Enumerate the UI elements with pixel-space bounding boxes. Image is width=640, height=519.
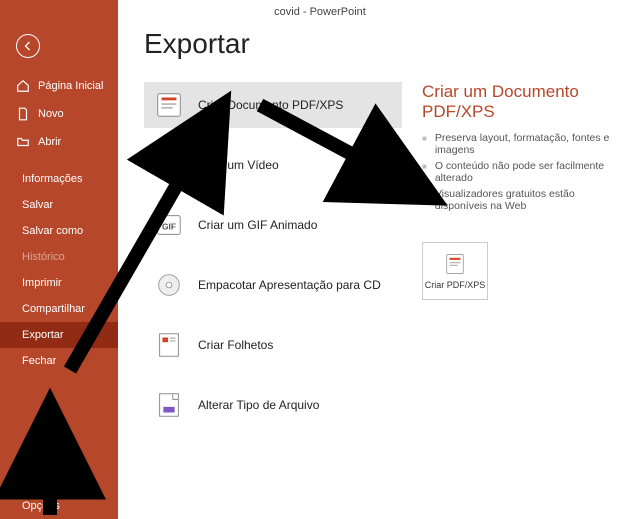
gif-icon: GIF — [154, 210, 184, 240]
pdf-icon — [444, 252, 466, 276]
page-title: Exportar — [144, 28, 640, 60]
export-package-cd[interactable]: Empacotar Apresentação para CD — [144, 262, 402, 308]
details-bullet: O conteúdo não pode ser facilmente alter… — [422, 160, 624, 184]
nav-save-as[interactable]: Salvar como — [0, 218, 118, 244]
video-icon — [154, 150, 184, 180]
handouts-icon — [154, 330, 184, 360]
export-details-panel: Criar um Documento PDF/XPS Preserva layo… — [422, 82, 640, 442]
nav-comments[interactable]: Comentários — [0, 467, 118, 493]
back-button[interactable] — [16, 34, 40, 58]
nav-label: Informações — [22, 173, 83, 185]
export-label: Empacotar Apresentação para CD — [198, 278, 381, 292]
create-pdf-xps-button[interactable]: Criar PDF/XPS — [422, 242, 488, 300]
nav-label: Imprimir — [22, 277, 62, 289]
export-label: Criar um GIF Animado — [198, 218, 317, 232]
nav-label: Abrir — [38, 136, 61, 148]
export-video[interactable]: Criar um Vídeo — [144, 142, 402, 188]
pdf-icon — [154, 90, 184, 120]
nav-new[interactable]: Novo — [0, 100, 118, 128]
file-icon — [16, 107, 30, 121]
export-pdf-xps[interactable]: Criar Documento PDF/XPS — [144, 82, 402, 128]
nav-label: Comentários — [22, 474, 84, 486]
nav-print[interactable]: Imprimir — [0, 270, 118, 296]
backstage-content: Exportar Criar Documento PDF/XPS Criar u… — [118, 0, 640, 519]
nav-export[interactable]: Exportar — [0, 322, 118, 348]
nav-options[interactable]: Opções — [0, 493, 118, 519]
nav-history: Histórico — [0, 244, 118, 270]
nav-label: Salvar como — [22, 225, 83, 237]
folder-open-icon — [16, 135, 30, 149]
details-bullet: Preserva layout, formatação, fontes e im… — [422, 132, 624, 156]
nav-save[interactable]: Salvar — [0, 192, 118, 218]
details-title: Criar um Documento PDF/XPS — [422, 82, 624, 122]
filetype-icon — [154, 390, 184, 420]
nav-label: Página Inicial — [38, 80, 103, 92]
nav-label: Histórico — [22, 251, 65, 263]
nav-close[interactable]: Fechar — [0, 348, 118, 374]
nav-label: Salvar — [22, 199, 53, 211]
nav-label: Novo — [38, 108, 64, 120]
arrow-left-icon — [22, 40, 34, 52]
details-bullet: Visualizadores gratuitos estão disponíve… — [422, 188, 624, 212]
action-label: Criar PDF/XPS — [425, 280, 486, 290]
nav-info[interactable]: Informações — [0, 166, 118, 192]
export-list: Criar Documento PDF/XPS Criar um Vídeo G… — [144, 82, 402, 442]
export-label: Criar Documento PDF/XPS — [198, 98, 343, 112]
nav-share[interactable]: Compartilhar — [0, 296, 118, 322]
nav-label: Opções — [22, 500, 60, 512]
home-icon — [16, 79, 30, 93]
svg-text:GIF: GIF — [162, 222, 176, 232]
cd-icon — [154, 270, 184, 300]
nav-label: Exportar — [22, 329, 64, 341]
export-label: Alterar Tipo de Arquivo — [198, 398, 319, 412]
nav-label: Fechar — [22, 355, 56, 367]
export-change-filetype[interactable]: Alterar Tipo de Arquivo — [144, 382, 402, 428]
backstage-sidebar: Página Inicial Novo Abrir Informações Sa… — [0, 0, 118, 519]
export-handouts[interactable]: Criar Folhetos — [144, 322, 402, 368]
nav-label: Compartilhar — [22, 303, 85, 315]
nav-home[interactable]: Página Inicial — [0, 72, 118, 100]
nav-open[interactable]: Abrir — [0, 128, 118, 156]
export-gif[interactable]: GIF Criar um GIF Animado — [144, 202, 402, 248]
export-label: Criar um Vídeo — [198, 158, 279, 172]
export-label: Criar Folhetos — [198, 338, 273, 352]
